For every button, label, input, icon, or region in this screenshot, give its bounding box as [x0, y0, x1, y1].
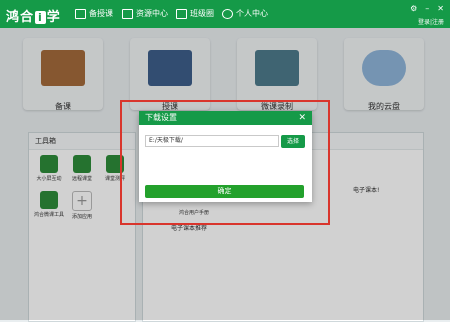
tab-personal[interactable]: 个人中心	[222, 8, 268, 19]
logo-suffix: 学	[46, 10, 61, 25]
login-links[interactable]: 登录|注册	[418, 17, 444, 26]
tab-label: 个人中心	[236, 9, 268, 18]
tab-label: 资源中心	[136, 9, 168, 18]
prepare-icon	[75, 8, 86, 19]
settings-icon[interactable]: ⚙	[410, 4, 417, 13]
app-logo: 鸿合 i 学	[6, 6, 61, 25]
tab-class-circle[interactable]: 班级圈	[176, 8, 214, 19]
tab-prepare[interactable]: 备授课	[75, 8, 113, 19]
close-window-icon[interactable]: ✕	[437, 4, 444, 13]
tab-label: 班级圈	[190, 9, 214, 18]
highlight-frame	[120, 100, 330, 225]
top-bar: 鸿合 i 学 备授课 资源中心 班级圈 个人中心 ⚙ – ✕ 登录|注册	[0, 0, 450, 28]
minimize-icon[interactable]: –	[425, 4, 429, 13]
logo-mark: i	[35, 11, 46, 24]
tab-resources[interactable]: 资源中心	[122, 8, 168, 19]
user-icon	[222, 8, 233, 19]
class-icon	[176, 8, 187, 19]
window-controls: ⚙ – ✕	[410, 4, 444, 13]
tab-label: 备授课	[89, 9, 113, 18]
logo-text: 鸿合	[6, 10, 35, 25]
resources-icon	[122, 8, 133, 19]
